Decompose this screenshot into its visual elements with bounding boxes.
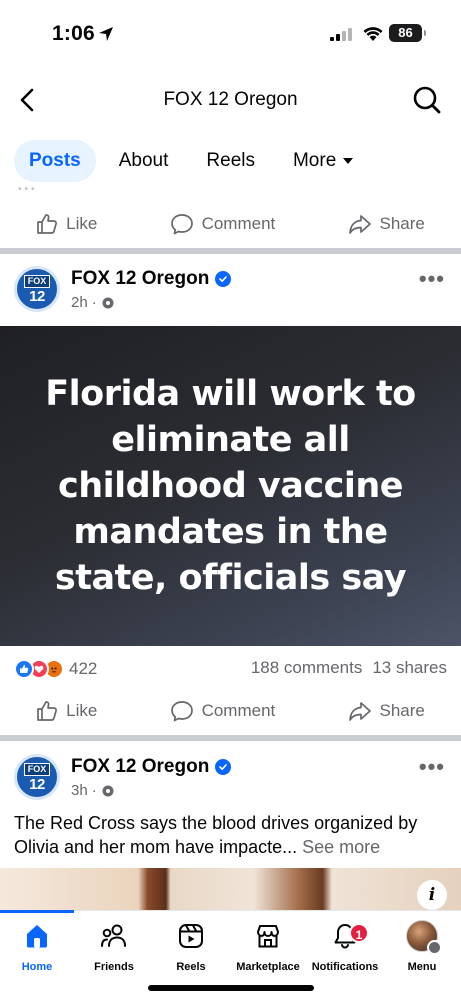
post-header: FOX 12 FOX 12 Oregon 2h · ••• (0, 260, 461, 320)
caret-down-icon (343, 158, 354, 164)
comment-label: Comment (201, 214, 276, 233)
tab-more[interactable]: More (278, 140, 368, 182)
tab-reels[interactable]: Reels (191, 140, 270, 182)
page-avatar[interactable]: FOX 12 (14, 754, 60, 800)
thumbs-up-icon (37, 214, 58, 234)
post-header: FOX 12 FOX 12 Oregon 3h · ••• (0, 748, 461, 808)
see-more-link[interactable]: See more (302, 837, 380, 857)
comment-button[interactable]: Comment (170, 213, 276, 235)
tab-about[interactable]: About (104, 140, 184, 182)
page-avatar[interactable]: FOX 12 (14, 266, 60, 312)
author-name: FOX 12 Oregon (71, 268, 210, 289)
wifi-icon (363, 27, 383, 41)
comment-bubble-icon (170, 701, 193, 722)
avatar-logo-text: FOX (23, 274, 51, 288)
reels-icon (179, 924, 203, 948)
cellular-signal-icon (330, 28, 352, 41)
post-time: 2h (71, 294, 88, 311)
like-label: Like (66, 214, 98, 233)
separator-dot: · (91, 294, 97, 311)
status-time: 1:06 (52, 22, 95, 45)
menu-gear-icon (427, 940, 442, 955)
like-button[interactable]: Like (36, 700, 97, 722)
nav-marketplace-label: Marketplace (236, 961, 300, 973)
like-label: Like (66, 701, 98, 720)
globe-audience-icon (102, 297, 114, 308)
post-divider (0, 248, 461, 254)
post-action-bar: Like Comment Share (0, 200, 461, 248)
home-indicator (148, 985, 314, 991)
separator-dot: · (91, 782, 97, 799)
tab-more-label: More (292, 150, 337, 171)
post-divider (0, 735, 461, 741)
avatar-logo-number: 12 (29, 775, 45, 793)
shares-count[interactable]: 13 shares (372, 658, 447, 677)
search-icon[interactable] (411, 84, 443, 116)
share-label: Share (379, 701, 425, 720)
marketplace-icon (257, 925, 279, 948)
reaction-summary[interactable]: 422 (14, 656, 97, 682)
nav-menu-label: Menu (407, 961, 437, 973)
share-button[interactable]: Share (348, 213, 425, 235)
status-bar: 1:06 86 (0, 0, 461, 68)
nav-reels-label: Reels (176, 961, 206, 973)
profile-tabs: Posts About Reels More (14, 140, 376, 182)
avatar-logo-text: FOX (23, 762, 51, 776)
comment-label: Comment (201, 701, 276, 720)
info-icon[interactable]: i (417, 880, 447, 910)
share-arrow-icon (348, 702, 371, 721)
post-caption: The Red Cross says the blood drives orga… (14, 811, 449, 859)
globe-audience-icon (102, 785, 114, 796)
share-arrow-icon (348, 215, 371, 234)
engagement-stats: 188 comments 13 shares (251, 658, 447, 678)
post-action-bar: Like Comment Share (0, 687, 461, 735)
avatar-logo-number: 12 (29, 287, 45, 305)
like-reaction-icon (14, 659, 34, 679)
battery-indicator: 86 (389, 24, 426, 42)
verified-badge-icon (215, 759, 232, 775)
post-author[interactable]: FOX 12 Oregon (71, 756, 232, 778)
bottom-tab-bar: Home Friends Reels Marketplace 1 Notific… (0, 910, 461, 1000)
profile-avatar (406, 920, 442, 955)
comment-button[interactable]: Comment (170, 700, 276, 722)
post-time: 3h (71, 782, 88, 799)
nav-friends-label: Friends (94, 961, 134, 973)
nav-menu[interactable]: Menu (382, 919, 461, 973)
more-options-icon[interactable]: ••• (419, 266, 445, 292)
notification-badge: 1 (349, 923, 369, 943)
tab-posts[interactable]: Posts (14, 140, 96, 182)
nav-marketplace[interactable]: Marketplace (228, 919, 308, 973)
nav-notifications[interactable]: 1 Notifications (305, 919, 385, 973)
post-image-preview[interactable] (0, 868, 461, 910)
previous-post-edge: ••• (18, 184, 38, 195)
share-button[interactable]: Share (348, 700, 425, 722)
nav-friends[interactable]: Friends (74, 919, 154, 973)
page-title: FOX 12 Oregon (163, 89, 298, 110)
nav-home-label: Home (21, 961, 53, 973)
post-meta: 3h · (71, 782, 115, 799)
post-meta: 2h · (71, 294, 115, 311)
verified-badge-icon (215, 271, 232, 287)
reaction-count: 422 (69, 659, 98, 678)
like-button[interactable]: Like (36, 213, 97, 235)
friends-icon (101, 924, 126, 947)
active-tab-indicator (0, 910, 74, 913)
page-header: FOX 12 Oregon (0, 76, 461, 124)
post-headline: Florida will work to eliminate all child… (45, 374, 416, 598)
home-icon (27, 925, 47, 948)
more-options-icon[interactable]: ••• (419, 754, 445, 780)
share-label: Share (379, 214, 425, 233)
comment-bubble-icon (170, 214, 193, 235)
nav-notifications-label: Notifications (311, 961, 379, 973)
author-name: FOX 12 Oregon (71, 756, 210, 777)
nav-home[interactable]: Home (0, 919, 77, 973)
location-arrow-icon (99, 27, 113, 41)
comments-count[interactable]: 188 comments (251, 658, 363, 677)
nav-reels[interactable]: Reels (151, 919, 231, 973)
post-image[interactable]: Florida will work to eliminate all child… (0, 326, 461, 646)
thumbs-up-icon (37, 701, 58, 721)
post-author[interactable]: FOX 12 Oregon (71, 268, 232, 290)
